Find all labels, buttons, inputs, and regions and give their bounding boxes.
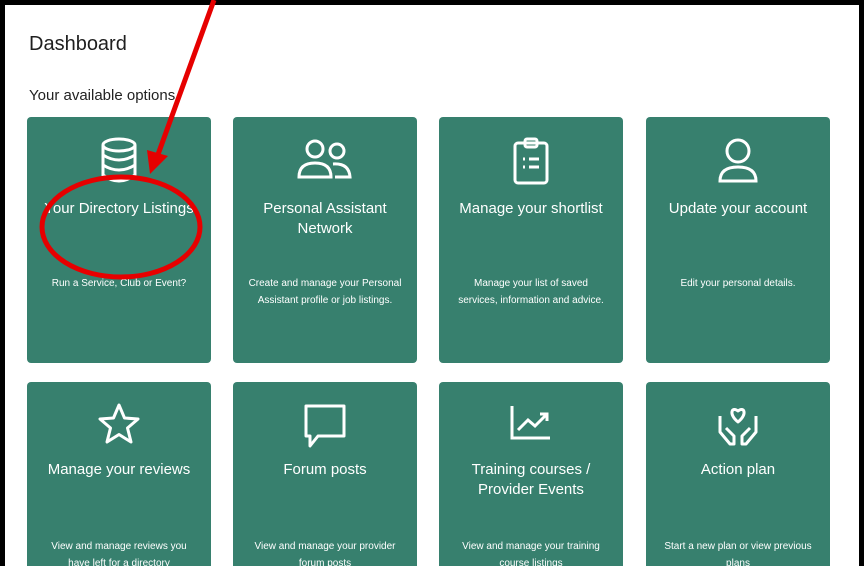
section-subtitle: Your available options: [29, 87, 176, 104]
card-action-plan[interactable]: Action plan Start a new plan or view pre…: [646, 382, 830, 566]
card-title: Training courses / Provider Events: [471, 461, 591, 498]
card-title: Personal Assistant Network: [263, 200, 387, 237]
card-personal-assistant-network[interactable]: Personal Assistant Network Create and ma…: [233, 117, 417, 363]
card-training-courses[interactable]: Training courses / Provider Events View …: [439, 382, 623, 566]
star-icon: [27, 402, 211, 452]
speech-bubble-icon: [233, 402, 417, 452]
card-title: Forum posts: [283, 461, 367, 478]
card-title: Your Directory Listings: [44, 200, 194, 217]
card-manage-reviews[interactable]: Manage your reviews View and manage revi…: [27, 382, 211, 566]
card-title: Update your account: [668, 200, 808, 217]
card-description: View and manage your provider forum post…: [254, 541, 396, 566]
page-title: Dashboard: [29, 33, 127, 55]
card-manage-shortlist[interactable]: Manage your shortlist Manage your list o…: [439, 117, 623, 363]
card-update-account[interactable]: Update your account Edit your personal d…: [646, 117, 830, 363]
card-description: Start a new plan or view previous plans: [664, 541, 812, 566]
card-description: Manage your list of saved services, info…: [458, 278, 604, 306]
card-description: View and manage reviews you have left fo…: [51, 541, 187, 566]
card-description: Edit your personal details.: [680, 278, 796, 289]
card-description: View and manage your training course lis…: [462, 541, 600, 566]
database-icon: [27, 137, 211, 187]
card-title: Action plan: [700, 461, 776, 478]
clipboard-list-icon: [439, 137, 623, 187]
card-title: Manage your reviews: [47, 461, 191, 478]
card-description: Create and manage your Personal Assistan…: [248, 278, 402, 306]
users-icon: [233, 137, 417, 187]
dashboard-frame: Dashboard Your available options Your Di…: [0, 0, 864, 566]
card-directory-listings[interactable]: Your Directory Listings Run a Service, C…: [27, 117, 211, 363]
card-title: Manage your shortlist: [459, 200, 603, 217]
card-description: Run a Service, Club or Event?: [51, 278, 187, 289]
user-icon: [646, 137, 830, 187]
hands-heart-icon: [646, 402, 830, 452]
card-forum-posts[interactable]: Forum posts View and manage your provide…: [233, 382, 417, 566]
chart-trend-icon: [439, 402, 623, 452]
